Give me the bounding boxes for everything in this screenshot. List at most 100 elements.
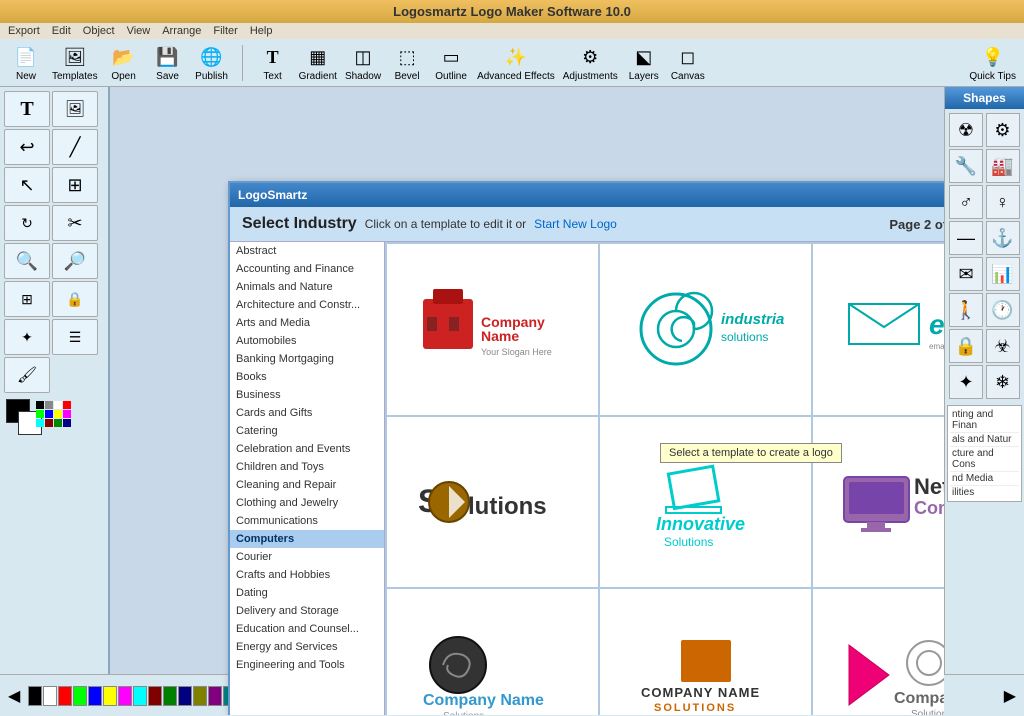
palette-scroll-right[interactable]: ▶: [1000, 686, 1020, 706]
category-energy[interactable]: Energy and Services: [230, 638, 384, 656]
mini-swatch[interactable]: [36, 419, 44, 427]
color-swatch[interactable]: [208, 686, 222, 706]
tool-rotate[interactable]: ↻: [4, 205, 50, 241]
mini-swatch[interactable]: [45, 419, 53, 427]
toolbar-bevel[interactable]: ⬚ Bevel: [389, 43, 425, 82]
tool-transform[interactable]: ⊞: [52, 167, 98, 203]
category-panel[interactable]: Abstract Accounting and Finance Animals …: [230, 242, 385, 715]
tool-star[interactable]: ✦: [4, 319, 50, 355]
toolbar-open[interactable]: 📂 Open: [106, 43, 142, 82]
mini-swatch[interactable]: [45, 401, 53, 409]
color-swatch[interactable]: [58, 686, 72, 706]
tool-scissors[interactable]: ✂: [52, 205, 98, 241]
menu-export[interactable]: Export: [8, 25, 40, 37]
palette-scroll-left[interactable]: ◀: [4, 686, 24, 706]
toolbar-gradient[interactable]: ▦ Gradient: [299, 43, 337, 82]
toolbar-quick-tips[interactable]: 💡 Quick Tips: [969, 43, 1016, 82]
category-cards[interactable]: Cards and Gifts: [230, 404, 384, 422]
category-celebration[interactable]: Celebration and Events: [230, 440, 384, 458]
shapes-tab[interactable]: Shapes: [945, 87, 1024, 109]
category-accounting[interactable]: Accounting and Finance: [230, 260, 384, 278]
toolbar-advanced[interactable]: ✨ Advanced Effects: [477, 43, 555, 82]
mini-swatch[interactable]: [63, 419, 71, 427]
tool-grid[interactable]: ⊞: [4, 281, 50, 317]
shape-snowflake[interactable]: ❄: [986, 365, 1020, 399]
category-delivery[interactable]: Delivery and Storage: [230, 602, 384, 620]
mini-swatch[interactable]: [63, 410, 71, 418]
shape-anchor[interactable]: ⚓: [986, 221, 1020, 255]
toolbar-templates[interactable]: 🖼 Templates: [52, 43, 98, 82]
toolbar-text[interactable]: T Text: [255, 43, 291, 82]
template-8[interactable]: COMPANY NAME SOLUTIONS: [600, 589, 811, 715]
category-automobiles[interactable]: Automobiles: [230, 332, 384, 350]
toolbar-shadow[interactable]: ◫ Shadow: [345, 43, 381, 82]
category-architecture[interactable]: Architecture and Constr...: [230, 296, 384, 314]
mini-swatch[interactable]: [63, 401, 71, 409]
color-swatch[interactable]: [43, 686, 57, 706]
category-catering[interactable]: Catering: [230, 422, 384, 440]
tool-undo[interactable]: ↩: [4, 129, 50, 165]
category-business[interactable]: Business: [230, 386, 384, 404]
category-courier[interactable]: Courier: [230, 548, 384, 566]
category-education[interactable]: Education and Counsel...: [230, 620, 384, 638]
shape-person[interactable]: 🚶: [949, 293, 983, 327]
menu-object[interactable]: Object: [83, 25, 115, 37]
start-new-link[interactable]: Start New Logo: [534, 217, 617, 231]
mini-swatch[interactable]: [54, 401, 62, 409]
toolbar-adjustments[interactable]: ⚙ Adjustments: [563, 43, 618, 82]
category-arts[interactable]: Arts and Media: [230, 314, 384, 332]
mini-swatch[interactable]: [54, 419, 62, 427]
shape-factory[interactable]: 🏭: [986, 149, 1020, 183]
category-animals[interactable]: Animals and Nature: [230, 278, 384, 296]
category-crafts[interactable]: Crafts and Hobbies: [230, 566, 384, 584]
tool-image[interactable]: 🖼: [52, 91, 98, 127]
color-swatch[interactable]: [193, 686, 207, 706]
category-dating[interactable]: Dating: [230, 584, 384, 602]
category-abstract[interactable]: Abstract: [230, 242, 384, 260]
category-communications[interactable]: Communications: [230, 512, 384, 530]
tool-layers2[interactable]: ☰: [52, 319, 98, 355]
tool-line[interactable]: ╱: [52, 129, 98, 165]
category-clothing[interactable]: Clothing and Jewelry: [230, 494, 384, 512]
color-swatch[interactable]: [118, 686, 132, 706]
mini-swatch[interactable]: [36, 401, 44, 409]
shape-sun[interactable]: ✦: [949, 365, 983, 399]
mini-swatch[interactable]: [54, 410, 62, 418]
menu-edit[interactable]: Edit: [52, 25, 71, 37]
color-swatch[interactable]: [133, 686, 147, 706]
shape-chart[interactable]: 📊: [986, 257, 1020, 291]
color-swatch[interactable]: [88, 686, 102, 706]
template-7[interactable]: Company Name Solutions: [387, 589, 598, 715]
template-2[interactable]: industria solutions: [600, 244, 811, 415]
color-swatch[interactable]: [163, 686, 177, 706]
menu-filter[interactable]: Filter: [213, 25, 237, 37]
toolbar-layers[interactable]: ⬕ Layers: [626, 43, 662, 82]
template-1[interactable]: Company Name Your Slogan Here: [387, 244, 598, 415]
tool-text[interactable]: T: [4, 91, 50, 127]
tool-paint[interactable]: 🖌: [4, 357, 50, 393]
category-banking[interactable]: Banking Mortgaging: [230, 350, 384, 368]
mini-swatch[interactable]: [36, 410, 44, 418]
shape-email[interactable]: ✉: [949, 257, 983, 291]
template-9[interactable]: Company Name Solutions: [813, 589, 944, 715]
shape-radiation[interactable]: ☢: [949, 113, 983, 147]
shape-male[interactable]: ♂: [949, 185, 983, 219]
category-books[interactable]: Books: [230, 368, 384, 386]
color-swatch[interactable]: [148, 686, 162, 706]
menu-view[interactable]: View: [127, 25, 151, 37]
menu-help[interactable]: Help: [250, 25, 273, 37]
color-picker-area[interactable]: [6, 399, 96, 443]
color-swatch[interactable]: [178, 686, 192, 706]
template-4[interactable]: S lutions: [387, 417, 598, 588]
shape-tools[interactable]: 🔧: [949, 149, 983, 183]
template-6[interactable]: Network Computers: [813, 417, 944, 588]
color-swatch[interactable]: [103, 686, 117, 706]
toolbar-new[interactable]: 📄 New: [8, 43, 44, 82]
menu-arrange[interactable]: Arrange: [162, 25, 201, 37]
color-swatch[interactable]: [73, 686, 87, 706]
mini-swatch[interactable]: [45, 410, 53, 418]
shape-gear[interactable]: ⚙: [986, 113, 1020, 147]
category-children[interactable]: Children and Toys: [230, 458, 384, 476]
color-swatch[interactable]: [28, 686, 42, 706]
tool-zoom-out[interactable]: 🔎: [52, 243, 98, 279]
